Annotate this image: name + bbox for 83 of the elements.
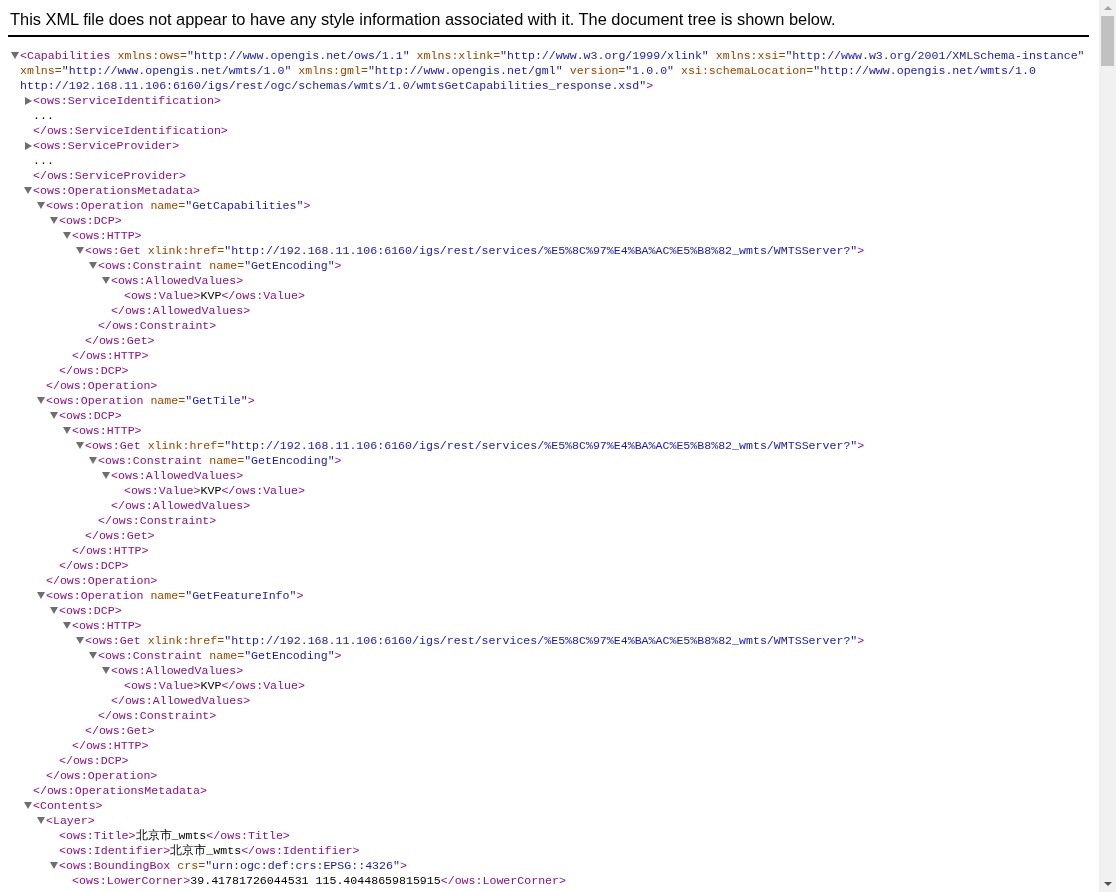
triangle-down-icon[interactable]	[37, 397, 45, 404]
triangle-down-icon[interactable]	[50, 862, 58, 869]
triangle-down-icon[interactable]	[102, 472, 110, 479]
triangle-down-icon[interactable]	[63, 622, 71, 629]
xml-close-tag: </ows:HTTP>	[72, 543, 1099, 558]
xml-close-tag: </ows:AllowedValues>	[111, 693, 1099, 708]
triangle-down-icon[interactable]	[89, 457, 97, 464]
scrollbar[interactable]	[1099, 0, 1116, 892]
triangle-down-icon[interactable]	[89, 652, 97, 659]
xml-open-tag: <ows:Get xlink:href="http://192.168.11.106:6160/igs/rest/services/%E5%8C%97%E4%BA%AC%E5%B8%82_wmts/WMTSServer?">	[85, 243, 1099, 258]
collapsed-ellipsis: ...	[33, 153, 55, 168]
xml-close-tag: </ows:Constraint>	[98, 318, 1099, 333]
triangle-down-icon[interactable]	[37, 817, 45, 824]
xml-open-tag: <ows:Get xlink:href="http://192.168.11.106:6160/igs/rest/services/%E5%8C%97%E4%BA%AC%E5%B8%82_wmts/WMTSServer?">	[85, 633, 1099, 648]
xml-open-tag: <Contents>	[33, 798, 1099, 813]
xml-open-tag: <ows:ServiceIdentification>	[33, 93, 1099, 108]
style-info-notice: This XML file does not appear to have any style information associated with it. The document tree is shown below.	[8, 0, 1089, 37]
triangle-down-icon[interactable]	[37, 202, 45, 209]
xml-open-tag: <ows:Get xlink:href="http://192.168.11.106:6160/igs/rest/services/%E5%8C%97%E4%BA%AC%E5%B8%82_wmts/WMTSServer?">	[85, 438, 1099, 453]
triangle-down-icon[interactable]	[76, 247, 84, 254]
xml-close-tag: </ows:Get>	[85, 528, 1099, 543]
triangle-right-icon[interactable]	[25, 141, 32, 150]
triangle-down-icon[interactable]	[102, 667, 110, 674]
xml-open-tag: <ows:HTTP>	[72, 423, 1099, 438]
xml-close-tag: </ows:AllowedValues>	[111, 303, 1099, 318]
xml-element-line: <ows:Value>KVP</ows:Value>	[124, 678, 306, 693]
triangle-down-icon[interactable]	[89, 262, 97, 269]
xml-close-tag: </ows:DCP>	[59, 363, 1099, 378]
xml-open-tag: <ows:AllowedValues>	[111, 663, 1099, 678]
xml-element-line: <ows:Value>KVP</ows:Value>	[124, 483, 306, 498]
xml-open-tag: <Layer>	[46, 813, 1099, 828]
xml-open-tag: <Capabilities xmlns:ows="http://www.opengis.net/ows/1.1" xmlns:xlink="http://www.w3.org/1999/xlink" xmlns:xsi="http://www.w3.org/2001/XMLSchema-instance" xmlns="http://www.opengis.net/wmts/1.0" xmlns:gml="http://www.opengis.net/gml" version="1.0.0" xsi:schemaLocation="http://www.opengis.net/wmts/1.0 http://192.168.11.106:6160/igs/rest/ogc/schemas/wmts/1.0/wmtsGetCapabilities_response.xsd">	[20, 48, 1099, 93]
collapsed-ellipsis: ...	[33, 108, 55, 123]
xml-element-line: <ows:Title>北京市_wmts</ows:Title>	[59, 828, 291, 843]
triangle-down-icon[interactable]	[24, 802, 32, 809]
triangle-down-icon[interactable]	[24, 187, 32, 194]
scroll-down-arrow-icon[interactable]	[1103, 882, 1112, 886]
triangle-down-icon[interactable]	[50, 607, 58, 614]
xml-close-tag: </ows:ServiceIdentification>	[33, 123, 1099, 138]
xml-open-tag: <ows:DCP>	[59, 408, 1099, 423]
xml-close-tag: </ows:Operation>	[46, 768, 1099, 783]
xml-close-tag: </ows:DCP>	[59, 558, 1099, 573]
xml-element-line: <ows:LowerCorner>39.41781726044531 115.40448659815915</ows:LowerCorner>	[72, 873, 567, 888]
xml-open-tag: <ows:Constraint name="GetEncoding">	[98, 258, 1099, 273]
triangle-down-icon[interactable]	[102, 277, 110, 284]
triangle-down-icon[interactable]	[50, 217, 58, 224]
triangle-down-icon[interactable]	[37, 592, 45, 599]
xml-close-tag: </ows:HTTP>	[72, 738, 1099, 753]
xml-close-tag: </ows:Constraint>	[98, 513, 1099, 528]
xml-open-tag: <ows:OperationsMetadata>	[33, 183, 1099, 198]
triangle-down-icon[interactable]	[50, 412, 58, 419]
xml-open-tag: <ows:DCP>	[59, 603, 1099, 618]
scrollbar-thumb[interactable]	[1101, 16, 1114, 66]
triangle-down-icon[interactable]	[63, 427, 71, 434]
xml-close-tag: </ows:Operation>	[46, 378, 1099, 393]
xml-open-tag: <ows:AllowedValues>	[111, 468, 1099, 483]
xml-open-tag: <ows:Constraint name="GetEncoding">	[98, 648, 1099, 663]
xml-close-tag: </ows:DCP>	[59, 753, 1099, 768]
xml-close-tag: </ows:Operation>	[46, 573, 1099, 588]
triangle-down-icon[interactable]	[11, 52, 19, 59]
xml-open-tag: <ows:HTTP>	[72, 228, 1099, 243]
triangle-right-icon[interactable]	[25, 96, 32, 105]
xml-close-tag: </ows:Get>	[85, 723, 1099, 738]
triangle-down-icon[interactable]	[63, 232, 71, 239]
xml-open-tag: <ows:AllowedValues>	[111, 273, 1099, 288]
xml-open-tag: <ows:Operation name="GetFeatureInfo">	[46, 588, 1099, 603]
xml-close-tag: </ows:ServiceProvider>	[33, 168, 1099, 183]
xml-close-tag: </ows:AllowedValues>	[111, 498, 1099, 513]
xml-close-tag: </ows:Get>	[85, 333, 1099, 348]
xml-close-tag: </ows:Constraint>	[98, 708, 1099, 723]
triangle-down-icon[interactable]	[76, 442, 84, 449]
xml-close-tag: </ows:OperationsMetadata>	[33, 783, 1099, 798]
xml-open-tag: <ows:DCP>	[59, 213, 1099, 228]
xml-open-tag: <ows:Constraint name="GetEncoding">	[98, 453, 1099, 468]
xml-element-line: <ows:Value>KVP</ows:Value>	[124, 288, 306, 303]
xml-open-tag: <ows:BoundingBox crs="urn:ogc:def:crs:EPSG::4326">	[59, 858, 1099, 873]
xml-open-tag: <ows:HTTP>	[72, 618, 1099, 633]
xml-open-tag: <ows:ServiceProvider>	[33, 138, 1099, 153]
triangle-down-icon[interactable]	[76, 637, 84, 644]
xml-close-tag: </ows:HTTP>	[72, 348, 1099, 363]
xml-element-line: <ows:Identifier>北京市_wmts</ows:Identifier>	[59, 843, 361, 858]
xml-open-tag: <ows:Operation name="GetCapabilities">	[46, 198, 1099, 213]
xml-open-tag: <ows:Operation name="GetTile">	[46, 393, 1099, 408]
